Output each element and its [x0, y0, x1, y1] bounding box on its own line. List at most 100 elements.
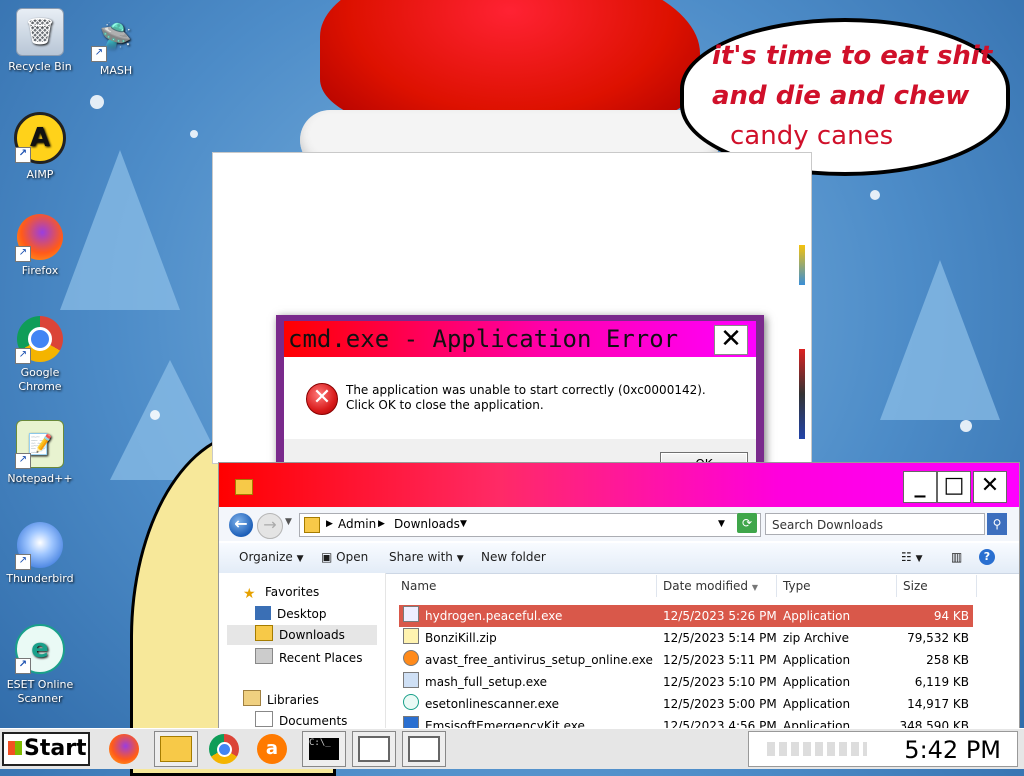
- taskbar-file-explorer[interactable]: [154, 731, 198, 767]
- breadcrumb-admin[interactable]: Admin: [338, 517, 376, 531]
- nav-documents[interactable]: Documents: [255, 711, 347, 728]
- error-icon: ✕: [306, 383, 338, 415]
- column-header-size[interactable]: Size: [897, 575, 977, 597]
- clock[interactable]: 5:42 PM: [904, 736, 1001, 764]
- window-icon: [358, 736, 390, 762]
- view-options-icon[interactable]: ☷ ▼: [901, 550, 923, 564]
- nav-favorites[interactable]: ★ Favorites: [243, 585, 319, 602]
- preview-pane-icon[interactable]: ▥: [951, 550, 962, 564]
- open-button[interactable]: ▣ Open: [321, 550, 368, 564]
- file-row[interactable]: hydrogen.peaceful.exe 12/5/2023 5:26 PM …: [399, 605, 973, 627]
- explorer-window[interactable]: _ □ ✕ ← → ▼ ▶ Admin ▶ Downloads ▼ ▼ ⟳ Se…: [218, 462, 1020, 730]
- nav-libraries-label: Libraries: [267, 693, 319, 707]
- desktop-icon-notepad-plus-plus[interactable]: 📝 ↗ Notepad++: [2, 420, 78, 486]
- libraries-icon: [243, 690, 261, 706]
- avast-file-icon: [403, 650, 419, 666]
- explorer-titlebar[interactable]: _ □ ✕: [219, 463, 1019, 507]
- file-date: 12/5/2023 5:11 PM: [663, 653, 777, 667]
- start-button[interactable]: Start: [2, 732, 90, 766]
- minimize-icon: _: [914, 473, 926, 498]
- desktop-icon-label: Firefox: [21, 264, 59, 277]
- sort-arrow-icon: ▼: [751, 583, 759, 592]
- error-dialog-titlebar[interactable]: cmd.exe - Application Error ✕: [284, 321, 756, 357]
- close-button[interactable]: ✕: [714, 325, 748, 355]
- file-row[interactable]: avast_free_antivirus_setup_online.exe 12…: [399, 649, 973, 671]
- desktop-icon-aimp[interactable]: A ↗ AIMP: [2, 112, 78, 182]
- tray-icons[interactable]: [767, 742, 867, 756]
- taskbar-window[interactable]: [352, 731, 396, 767]
- desktop-icon-label: MASH: [99, 64, 133, 77]
- taskbar-chrome[interactable]: [202, 731, 246, 767]
- shortcut-arrow-icon: ↗: [15, 348, 31, 364]
- maximize-icon: □: [943, 473, 965, 498]
- desktop-icon-recycle-bin[interactable]: 🗑 Recycle Bin: [2, 8, 78, 74]
- organize-label: Organize: [239, 550, 293, 564]
- desktop-icon-eset-scanner[interactable]: e ↗ ESET Online Scanner: [2, 624, 78, 706]
- column-header-type[interactable]: Type: [777, 575, 897, 597]
- file-date: 12/5/2023 5:10 PM: [663, 675, 777, 689]
- nav-libraries[interactable]: Libraries: [243, 690, 319, 707]
- shortcut-arrow-icon: ↗: [15, 147, 31, 163]
- eset-file-icon: [403, 694, 419, 710]
- minimize-button[interactable]: _: [903, 471, 937, 503]
- address-dropdown-icon[interactable]: ▼: [718, 519, 725, 529]
- search-input[interactable]: Search Downloads: [765, 513, 985, 535]
- shortcut-arrow-icon: ↗: [91, 46, 107, 62]
- file-size: 6,119 KB: [914, 675, 969, 689]
- chevron-down-icon: ▼: [296, 554, 304, 564]
- application-file-icon: [403, 606, 419, 622]
- start-label: Start: [24, 736, 87, 761]
- back-button[interactable]: ←: [229, 513, 253, 537]
- firefox-icon: [109, 734, 139, 764]
- snowflake: [190, 130, 198, 138]
- address-row: ← → ▼ ▶ Admin ▶ Downloads ▼ ▼ ⟳ Search D…: [219, 507, 1019, 541]
- forward-button[interactable]: →: [257, 513, 283, 539]
- desktop-icon-firefox[interactable]: ↗ Firefox: [2, 214, 78, 278]
- column-header-date-modified[interactable]: Date modified ▼: [657, 575, 777, 597]
- snowflake: [870, 190, 880, 200]
- column-header-date-label: Date modified: [663, 579, 749, 593]
- desktop-icon-label: Google Chrome: [18, 366, 62, 393]
- new-folder-button[interactable]: New folder: [481, 550, 546, 564]
- error-dialog-title: cmd.exe - Application Error: [288, 325, 679, 353]
- column-header-name[interactable]: Name: [395, 575, 657, 597]
- refresh-icon: ⟳: [741, 516, 753, 530]
- breadcrumb-downloads[interactable]: Downloads: [394, 517, 460, 531]
- nav-downloads[interactable]: Downloads: [227, 625, 377, 645]
- file-row[interactable]: BonziKill.zip 12/5/2023 5:14 PM zip Arch…: [399, 627, 973, 649]
- address-bar[interactable]: ▶ Admin ▶ Downloads ▼ ▼: [299, 513, 761, 537]
- taskbar-cmd[interactable]: C:\_: [302, 731, 346, 767]
- file-row[interactable]: mash_full_setup.exe 12/5/2023 5:10 PM Ap…: [399, 671, 973, 693]
- share-with-button[interactable]: Share with ▼: [389, 550, 464, 564]
- nav-desktop[interactable]: Desktop: [255, 606, 327, 621]
- file-list: Name Date modified ▼ Type Size hydrogen.…: [387, 573, 1019, 729]
- desktop-icon-mash[interactable]: 🛸 ↗ MASH: [78, 14, 154, 78]
- help-icon[interactable]: ?: [979, 549, 995, 565]
- taskbar-firefox[interactable]: [102, 731, 146, 767]
- taskbar-avast[interactable]: a: [250, 731, 294, 767]
- desktop-icon-chrome[interactable]: ↗ Google Chrome: [2, 316, 78, 394]
- nav-downloads-label: Downloads: [279, 628, 345, 642]
- file-size: 258 KB: [926, 653, 969, 667]
- documents-icon: [255, 711, 273, 727]
- desktop-icon-thunderbird[interactable]: ↗ Thunderbird: [2, 522, 78, 586]
- mash-icon: 🛸 ↗: [91, 14, 139, 62]
- command-bar: Organize ▼ ▣ Open Share with ▼ New folde…: [219, 543, 1019, 574]
- organize-button[interactable]: Organize ▼: [239, 550, 304, 564]
- taskbar-window[interactable]: [402, 731, 446, 767]
- window-edge-strip: [799, 349, 805, 439]
- close-button[interactable]: ✕: [973, 471, 1007, 503]
- nav-desktop-label: Desktop: [277, 607, 327, 621]
- search-button[interactable]: ⚲: [987, 513, 1007, 535]
- recent-locations-dropdown[interactable]: ▼: [285, 517, 292, 527]
- error-message: The application was unable to start corr…: [346, 383, 706, 412]
- thunderbird-icon: ↗: [15, 522, 63, 570]
- refresh-button[interactable]: ⟳: [737, 513, 757, 533]
- folder-icon: [235, 479, 253, 495]
- nav-recent-places-label: Recent Places: [279, 651, 363, 665]
- close-icon: ✕: [720, 324, 742, 354]
- nav-recent-places[interactable]: Recent Places: [255, 648, 362, 665]
- folder-icon: [304, 517, 320, 533]
- file-row[interactable]: esetonlinescanner.exe 12/5/2023 5:00 PM …: [399, 693, 973, 715]
- maximize-button[interactable]: □: [937, 471, 971, 503]
